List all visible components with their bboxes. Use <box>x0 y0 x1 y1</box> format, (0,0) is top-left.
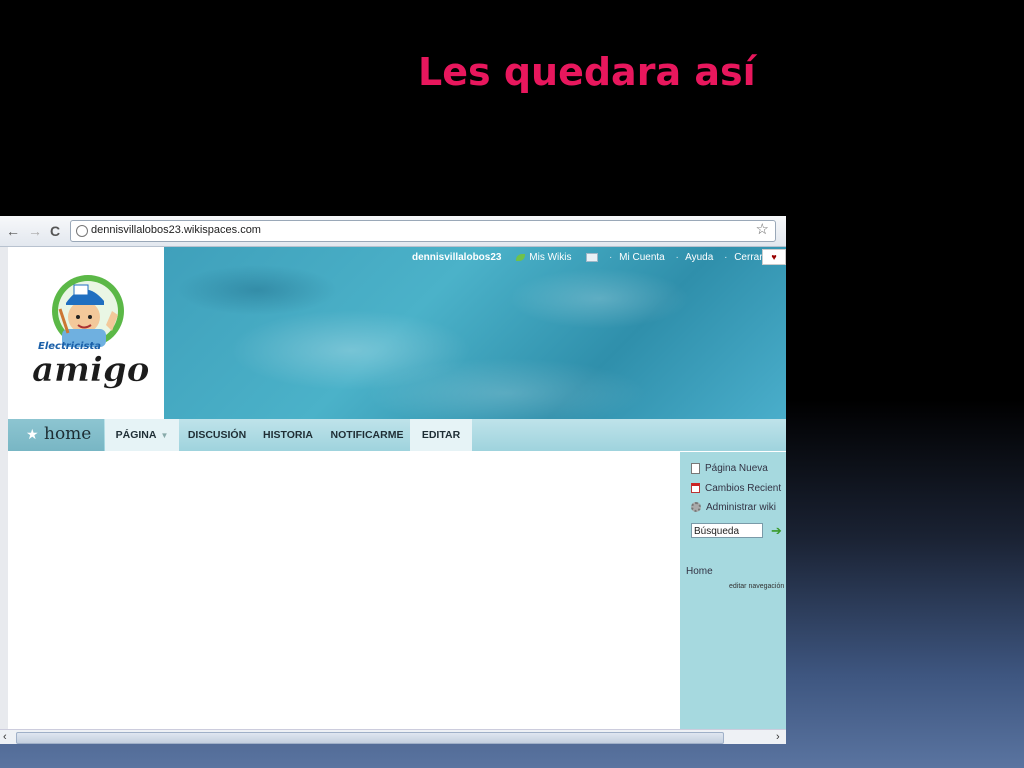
tab-notificarme[interactable]: NOTIFICARME <box>324 419 410 451</box>
editar-navegacion-link[interactable]: editar navegación <box>729 583 784 590</box>
sidebar-item-label: Administrar wiki <box>706 502 777 513</box>
calendar-icon <box>691 483 700 494</box>
address-url: dennisvillalobos23.wikispaces.com <box>91 224 261 236</box>
wikispaces-badge-icon[interactable]: ♥ <box>762 249 786 265</box>
mi-cuenta-link[interactable]: Mi Cuenta <box>619 252 665 263</box>
chevron-down-icon: ▼ <box>160 431 169 440</box>
user-links: dennisvillalobos23 Mis Wikis · Mi Cuenta… <box>412 252 786 263</box>
scroll-left-icon[interactable]: ‹ <box>3 730 7 744</box>
sidebar-item-cambios-recientes[interactable]: Cambios Recient <box>691 483 781 494</box>
search-go-arrow-icon[interactable]: ➔ <box>771 523 782 538</box>
search-input[interactable]: Búsqueda <box>691 523 763 538</box>
sidebar-home-link[interactable]: Home <box>686 566 713 577</box>
reload-icon[interactable]: C <box>50 222 60 240</box>
tab-editar[interactable]: EDITAR <box>410 419 472 451</box>
header-banner: dennisvillalobos23 Mis Wikis · Mi Cuenta… <box>164 247 786 419</box>
separator: · <box>724 252 728 263</box>
new-page-icon <box>691 463 700 474</box>
back-arrow-icon[interactable]: ← <box>6 222 20 240</box>
sidebar-item-pagina-nueva[interactable]: Página Nueva <box>691 463 768 474</box>
separator: · <box>609 252 613 263</box>
browser-window: ← → C dennisvillalobos23.wikispaces.com … <box>0 216 786 744</box>
leaf-icon <box>516 253 526 261</box>
tab-home-label: home <box>44 424 92 444</box>
address-bar[interactable]: dennisvillalobos23.wikispaces.com ☆ <box>70 220 776 242</box>
browser-toolbar: ← → C dennisvillalobos23.wikispaces.com … <box>0 216 786 247</box>
horizontal-scrollbar[interactable]: ‹ › <box>0 729 786 744</box>
username-link[interactable]: dennisvillalobos23 <box>412 252 501 263</box>
ayuda-link[interactable]: Ayuda <box>685 252 713 263</box>
globe-icon <box>76 225 88 237</box>
scroll-right-icon[interactable]: › <box>776 730 780 744</box>
star-icon: ★ <box>26 426 39 442</box>
wiki-page: Electricista amigo dennisvillalobos23 Mi… <box>0 247 786 729</box>
tab-pagina-label: PÁGINA <box>115 429 157 441</box>
scrollbar-thumb[interactable] <box>16 732 724 744</box>
tab-pagina[interactable]: PÁGINA ▼ <box>105 419 179 451</box>
sidebar-item-label: Página Nueva <box>705 463 768 475</box>
tab-home[interactable]: ★ home <box>8 419 104 451</box>
sidebar-item-administrar-wiki[interactable]: Administrar wiki <box>691 502 776 513</box>
tab-historia[interactable]: HISTORIA <box>256 419 320 451</box>
wiki-tab-bar: ★ home PÁGINA ▼ DISCUSIÓN HISTORIA NOTIFI… <box>8 419 786 451</box>
logo-text-amigo: amigo <box>32 350 149 390</box>
forward-arrow-icon[interactable]: → <box>28 222 42 240</box>
site-logo[interactable]: Electricista amigo <box>8 247 164 419</box>
sidebar-item-label: Cambios Recient <box>705 483 782 494</box>
tab-discusion[interactable]: DISCUSIÓN <box>182 419 252 451</box>
electricista-amigo-logo-icon: Electricista amigo <box>32 275 150 390</box>
slide-title: Les quedara así <box>418 50 756 94</box>
gear-icon <box>691 502 701 513</box>
separator: · <box>675 252 679 263</box>
wiki-sidebar: Página Nueva Cambios Recient Administrar… <box>680 452 786 729</box>
mis-wikis-link[interactable]: Mis Wikis <box>529 252 571 263</box>
bookmark-star-icon[interactable]: ☆ <box>756 221 769 239</box>
mail-icon[interactable] <box>586 252 599 262</box>
page-content <box>8 452 680 729</box>
